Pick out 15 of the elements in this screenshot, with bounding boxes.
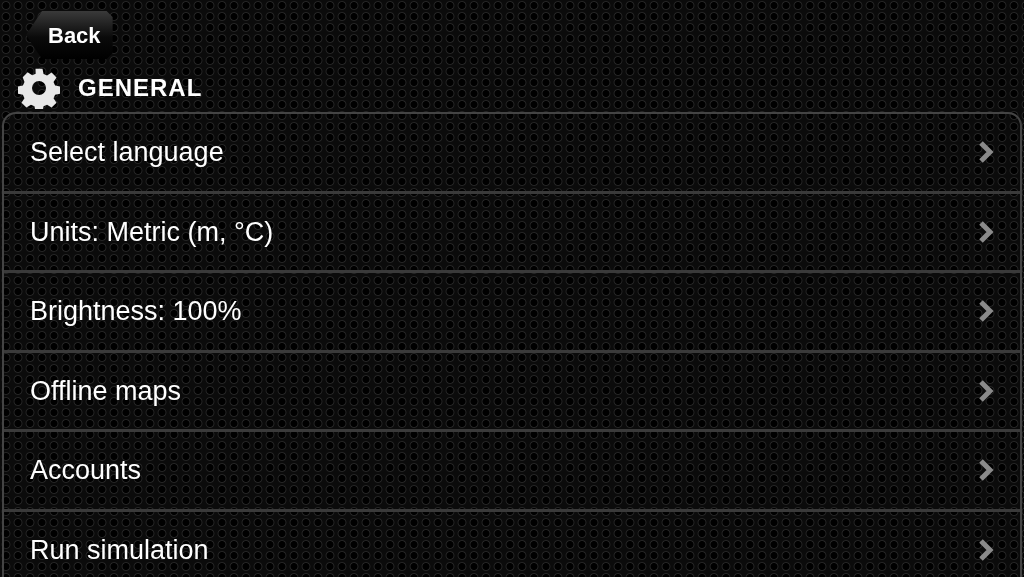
chevron-icon xyxy=(978,219,994,244)
chevron-icon xyxy=(978,140,994,165)
settings-row[interactable]: Run simulation xyxy=(4,511,1020,577)
gear-icon xyxy=(18,67,60,109)
back-button[interactable]: Back xyxy=(26,11,113,59)
settings-row[interactable]: Offline maps xyxy=(4,352,1020,432)
chevron-icon xyxy=(978,299,994,324)
settings-row[interactable]: Brightness: 100% xyxy=(4,273,1020,353)
settings-row[interactable]: Accounts xyxy=(4,432,1020,512)
settings-row[interactable]: Select language xyxy=(4,114,1020,194)
section-title: GENERAL xyxy=(78,73,203,103)
chevron-icon xyxy=(978,537,994,562)
chevron-icon xyxy=(978,458,994,483)
settings-row[interactable]: Units: Metric (m, °C) xyxy=(4,193,1020,273)
chevron-icon xyxy=(978,378,994,403)
